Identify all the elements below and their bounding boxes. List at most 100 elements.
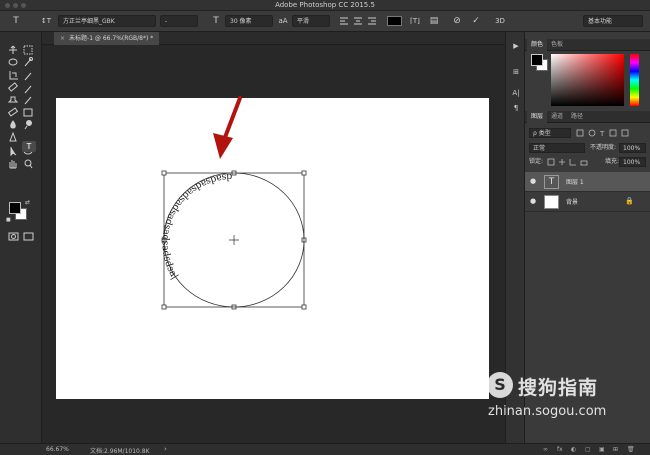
commit-icon[interactable]: ✓: [470, 15, 482, 27]
font-size-select[interactable]: 30 像素: [225, 15, 273, 27]
title-bar: Adobe Photoshop CC 2015.5: [0, 0, 650, 11]
gradient-tool-icon[interactable]: [23, 108, 33, 117]
new-layer-icon[interactable]: ⊞: [613, 446, 618, 453]
zoom-level[interactable]: 66.67%: [46, 446, 69, 453]
tab-swatches[interactable]: 色板: [547, 39, 567, 51]
visibility-eye-icon[interactable]: ●: [530, 177, 536, 185]
watermark-url: zhinan.sogou.com: [488, 404, 607, 419]
visibility-eye-icon[interactable]: ●: [530, 197, 536, 205]
fx-icon[interactable]: fx: [557, 446, 563, 453]
history-brush-tool-icon[interactable]: [24, 96, 32, 105]
hue-slider[interactable]: [630, 54, 639, 106]
antialias-select[interactable]: 平滑: [292, 15, 330, 27]
layer-row-background[interactable]: ● 背景 🔒: [525, 192, 650, 212]
layer-name[interactable]: 背景: [566, 197, 578, 206]
tab-paths[interactable]: 路径: [567, 111, 587, 123]
app-title: Adobe Photoshop CC 2015.5: [275, 1, 375, 9]
layers-panel-tabs: 图层 通道 路径: [525, 111, 650, 123]
close-tab-icon[interactable]: ×: [60, 35, 65, 42]
layer-filter-kind[interactable]: ρ 类型: [529, 128, 571, 138]
delete-layer-icon[interactable]: 🗑: [627, 446, 635, 453]
document-tab-bar: × 未标题-1 @ 66.7%(RGB/8*) *: [42, 32, 505, 45]
tab-color[interactable]: 颜色: [527, 39, 548, 51]
tool-icons: [7, 45, 34, 241]
blur-tool-icon[interactable]: [10, 120, 16, 129]
3d-icon[interactable]: 3D: [492, 15, 508, 27]
layer-name[interactable]: 图层 1: [566, 177, 584, 186]
status-menu-arrow-icon[interactable]: ›: [164, 445, 167, 453]
eyedropper-tool-icon[interactable]: [24, 72, 32, 81]
marquee-tool-icon[interactable]: [23, 45, 33, 55]
cancel-icon[interactable]: ⊘: [451, 15, 463, 27]
align-icons[interactable]: [338, 15, 382, 27]
lock-icons[interactable]: [547, 157, 592, 167]
toolbar-footer: [0, 443, 42, 455]
screen-mode-icon[interactable]: [23, 232, 34, 241]
quick-mask-icon[interactable]: [8, 232, 19, 241]
options-bar: T ↕T 方正兰亭细黑_GBK - T 30 像素 aA 平滑 ⌈T⌋ ▤ ⊘ …: [0, 11, 650, 32]
layer-row-text[interactable]: ● T 图层 1: [525, 172, 650, 192]
adjustment-icon[interactable]: ◐: [571, 446, 576, 453]
document-tab[interactable]: × 未标题-1 @ 66.7%(RGB/8*) *: [54, 32, 160, 45]
status-bar: 66.67% 文档:2.96M/1010.8K ›: [42, 443, 505, 455]
blend-mode-select[interactable]: 正常: [529, 143, 585, 153]
swap-colors-icon[interactable]: ⇄: [25, 199, 30, 206]
layer-filter-icons[interactable]: T: [575, 128, 645, 138]
align-buttons: [338, 15, 382, 27]
path-selection-tool-icon[interactable]: [10, 147, 17, 157]
mask-icon[interactable]: ▢: [585, 446, 591, 453]
group-icon[interactable]: ▣: [599, 446, 605, 453]
pen-tool-icon[interactable]: [9, 131, 17, 142]
text-layer-thumbnail-icon: T: [544, 175, 559, 189]
fill-field[interactable]: 100%: [619, 157, 646, 167]
workspace: [42, 45, 505, 443]
healing-brush-tool-icon[interactable]: [7, 82, 19, 92]
toggle-text-orientation-icon[interactable]: ↕T: [38, 15, 54, 27]
quick-select-tool-icon[interactable]: [24, 57, 33, 67]
opacity-field[interactable]: 100%: [619, 143, 646, 153]
text-color-swatch[interactable]: [387, 16, 402, 26]
opacity-label: 不透明度:: [590, 144, 617, 151]
background-layer-thumbnail: [544, 195, 559, 209]
type-tool-preset-icon[interactable]: T: [10, 15, 22, 27]
watermark-name: 搜狗指南: [518, 377, 599, 399]
document-tab-label: 未标题-1 @ 66.7%(RGB/8*) *: [69, 35, 154, 42]
character-icon[interactable]: A|: [509, 87, 523, 99]
move-tool-icon[interactable]: [9, 45, 17, 54]
play-icon[interactable]: ▶: [509, 40, 523, 52]
paragraph-icon[interactable]: ¶: [509, 102, 523, 114]
crop-tool-icon[interactable]: [9, 71, 18, 80]
link-layers-icon[interactable]: ∞: [543, 446, 548, 453]
eraser-tool-icon[interactable]: [7, 107, 19, 117]
fill-label: 填充:: [605, 158, 620, 165]
lock-icon: 🔒: [625, 197, 634, 205]
zoom-tool-icon[interactable]: [24, 159, 33, 169]
antialias-icon: aA: [278, 17, 288, 25]
character-panel-icon[interactable]: ▤: [428, 15, 440, 27]
tab-channels[interactable]: 通道: [547, 111, 567, 123]
color-panel-foreground-swatch[interactable]: [531, 54, 543, 66]
font-size-icon: T: [213, 16, 219, 26]
color-panel-tabs: 颜色 色板: [525, 39, 650, 51]
font-style-select[interactable]: -: [160, 15, 198, 27]
properties-icon[interactable]: ⊞: [509, 66, 523, 78]
type-tool-icon[interactable]: T: [22, 141, 36, 152]
tab-layers[interactable]: 图层: [527, 111, 548, 123]
svg-text:T: T: [599, 130, 605, 138]
dodge-tool-icon[interactable]: [24, 120, 32, 130]
workspace-select[interactable]: 基本功能: [583, 15, 643, 27]
lock-label: 锁定:: [529, 158, 544, 165]
tools-panel: T ⇄ ■: [0, 32, 42, 443]
layers-footer-bar: ∞ fx ◐ ▢ ▣ ⊞ 🗑: [505, 443, 650, 455]
lasso-tool-icon[interactable]: [8, 58, 18, 66]
font-family-select[interactable]: 方正兰亭细黑_GBK: [58, 15, 156, 27]
clone-stamp-tool-icon[interactable]: [7, 96, 19, 103]
hand-tool-icon[interactable]: [9, 160, 17, 169]
default-colors-icon[interactable]: ■: [6, 217, 11, 223]
color-picker-field[interactable]: [551, 54, 624, 106]
foreground-color-swatch[interactable]: [9, 202, 21, 214]
sogou-logo-icon: S: [487, 372, 513, 398]
warp-text-icon[interactable]: ⌈T⌋: [408, 15, 422, 27]
document-canvas[interactable]: [56, 98, 489, 399]
brush-tool-icon[interactable]: [24, 85, 32, 94]
